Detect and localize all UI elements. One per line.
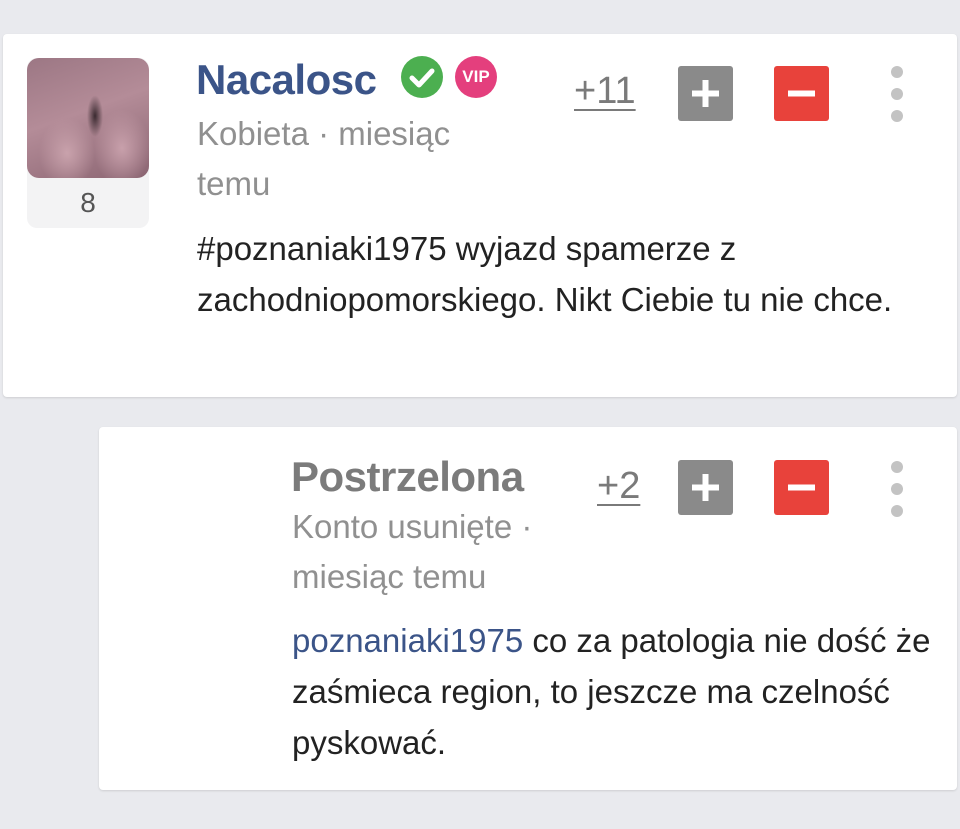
more-vertical-icon[interactable] xyxy=(889,66,905,122)
avatar-image[interactable] xyxy=(27,58,149,178)
avatar[interactable]: 8 xyxy=(27,58,149,228)
mention-link[interactable]: poznaniaki1975 xyxy=(292,622,523,659)
upvote-button[interactable] xyxy=(678,66,733,121)
post-meta: Kobieta · miesiąc temu xyxy=(197,115,451,202)
minus-icon xyxy=(788,90,815,97)
reply-body: poznaniaki1975 co za patologia nie dość … xyxy=(292,615,932,768)
plus-icon xyxy=(692,474,719,501)
reply-meta: Konto usunięte · miesiąc temu xyxy=(292,508,533,595)
post-body: #poznaniaki1975 wyjazd spamerze z zachod… xyxy=(197,230,893,318)
avatar-count: 8 xyxy=(80,187,96,218)
post-score[interactable]: +11 xyxy=(574,70,636,113)
verified-check-icon xyxy=(401,56,443,98)
reply-username: Postrzelona xyxy=(291,453,524,500)
plus-icon xyxy=(692,80,719,107)
more-vertical-icon[interactable] xyxy=(889,461,905,517)
vip-badge-icon: VIP xyxy=(455,56,497,98)
minus-icon xyxy=(788,484,815,491)
reply-card: Postrzelona Konto usunięte · miesiąc tem… xyxy=(99,427,957,790)
post-card: 8 Nacalosc VIP Kobieta · miesiąc temu #p… xyxy=(3,34,957,397)
post-username[interactable]: Nacalosc xyxy=(196,56,377,104)
reply-score[interactable]: +2 xyxy=(597,465,640,508)
upvote-button[interactable] xyxy=(678,460,733,515)
downvote-button[interactable] xyxy=(774,460,829,515)
downvote-button[interactable] xyxy=(774,66,829,121)
